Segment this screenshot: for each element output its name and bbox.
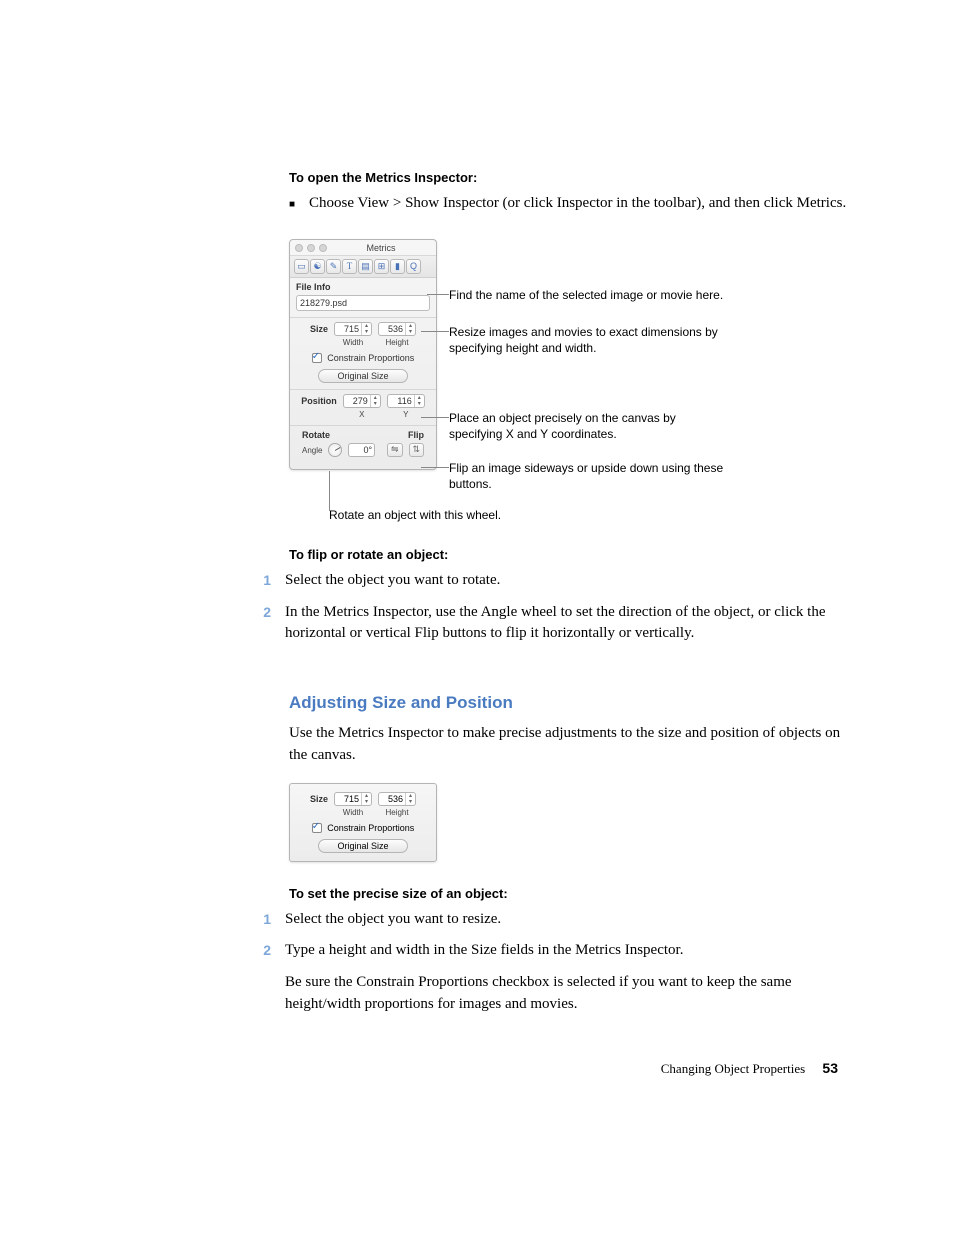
heading-flip-rotate: To flip or rotate an object: — [289, 547, 855, 562]
stepper-down-icon[interactable]: ▾ — [406, 799, 415, 805]
rotate-flip-section: Rotate Flip Angle 0° ⇋ ⇅ — [290, 426, 436, 469]
step-number: 1 — [261, 570, 271, 592]
width-value: 715 — [335, 794, 361, 804]
file-info-label: File Info — [296, 282, 430, 292]
callout-size: Resize images and movies to exact dimens… — [449, 324, 729, 356]
quicktime-tab-icon[interactable]: Q — [406, 259, 421, 274]
inspector-title: Metrics — [331, 243, 431, 253]
page-number: 53 — [822, 1060, 838, 1076]
size-section: Size 715 ▴▾ Width 536 ▴▾ Height — [290, 318, 436, 390]
angle-field[interactable]: 0° — [348, 443, 375, 457]
inspector-tab-bar: ▭ ☯ ✎ T ▤ ⊞ ▮ Q — [290, 255, 436, 278]
stepper-down-icon[interactable]: ▾ — [362, 799, 371, 805]
file-info-section: File Info 218279.psd — [290, 278, 436, 318]
y-stepper[interactable]: 116 ▴▾ — [387, 394, 425, 408]
heading-set-size: To set the precise size of an object: — [289, 886, 855, 901]
graphic-tab-icon[interactable]: ▤ — [358, 259, 373, 274]
size-step-2: Type a height and width in the Size fiel… — [285, 940, 855, 962]
text-tab-icon[interactable]: T — [342, 259, 357, 274]
size-panel-figure: Size 715 ▴▾ Width 536 ▴▾ Height Constrai… — [289, 783, 437, 862]
original-size-button[interactable]: Original Size — [318, 369, 408, 383]
x-stepper[interactable]: 279 ▴▾ — [343, 394, 381, 408]
page-tab-icon[interactable]: ▭ — [294, 259, 309, 274]
flip-header: Flip — [408, 430, 424, 440]
height-label: Height — [385, 338, 408, 347]
position-label: Position — [301, 394, 337, 406]
traffic-light-icon — [295, 244, 303, 252]
callout-rotate: Rotate an object with this wheel. — [329, 507, 589, 523]
link-tab-icon[interactable]: ☯ — [310, 259, 325, 274]
bullet-icon: ■ — [289, 193, 295, 215]
chapter-name: Changing Object Properties — [661, 1061, 805, 1076]
constrain-label: Constrain Proportions — [327, 823, 414, 833]
size-label: Size — [310, 792, 328, 804]
height-value: 536 — [379, 794, 405, 804]
stepper-down-icon[interactable]: ▾ — [362, 329, 371, 335]
filename-field[interactable]: 218279.psd — [296, 295, 430, 311]
width-label: Width — [343, 338, 363, 347]
flip-horizontal-button[interactable]: ⇋ — [387, 443, 402, 457]
inspector-titlebar: Metrics — [290, 240, 436, 255]
wrap-tab-icon[interactable]: ✎ — [326, 259, 341, 274]
width-stepper[interactable]: 715 ▴▾ — [334, 792, 372, 806]
rotate-header: Rotate — [302, 430, 330, 440]
metrics-inspector-panel: Metrics ▭ ☯ ✎ T ▤ ⊞ ▮ Q File Info 218279… — [289, 239, 437, 470]
chart-tab-icon[interactable]: ▮ — [390, 259, 405, 274]
height-label: Height — [385, 808, 408, 817]
constrain-label: Constrain Proportions — [327, 353, 414, 363]
stepper-down-icon[interactable]: ▾ — [406, 329, 415, 335]
constrain-checkbox[interactable] — [312, 353, 322, 363]
y-label: Y — [403, 410, 408, 419]
traffic-light-icon — [319, 244, 327, 252]
size-step-2-note: Be sure the Constrain Proportions checkb… — [285, 972, 855, 1016]
step-number: 1 — [261, 909, 271, 931]
stepper-down-icon[interactable]: ▾ — [415, 401, 424, 407]
step-number: 2 — [261, 940, 271, 1015]
angle-label: Angle — [302, 446, 322, 455]
height-value: 536 — [379, 324, 405, 334]
metrics-inspector-figure: Metrics ▭ ☯ ✎ T ▤ ⊞ ▮ Q File Info 218279… — [289, 239, 855, 519]
section-intro: Use the Metrics Inspector to make precis… — [289, 723, 855, 767]
flip-step-1: Select the object you want to rotate. — [285, 570, 500, 592]
metrics-tab-icon[interactable]: ⊞ — [374, 259, 389, 274]
callout-position: Place an object precisely on the canvas … — [449, 410, 729, 442]
page-footer: Changing Object Properties 53 — [661, 1060, 838, 1077]
size-label: Size — [310, 322, 328, 334]
stepper-down-icon[interactable]: ▾ — [371, 401, 380, 407]
size-step-1: Select the object you want to resize. — [285, 909, 501, 931]
x-label: X — [359, 410, 364, 419]
angle-wheel[interactable] — [328, 443, 342, 457]
section-heading: Adjusting Size and Position — [289, 693, 855, 713]
callout-flip: Flip an image sideways or upside down us… — [449, 460, 729, 492]
x-value: 279 — [344, 396, 370, 406]
callout-filename: Find the name of the selected image or m… — [449, 287, 729, 303]
position-section: Position 279 ▴▾ X 116 ▴▾ Y — [290, 390, 436, 426]
y-value: 116 — [388, 396, 414, 406]
constrain-checkbox[interactable] — [312, 823, 322, 833]
height-stepper[interactable]: 536 ▴▾ — [378, 792, 416, 806]
open-inspector-instruction: Choose View > Show Inspector (or click I… — [309, 193, 846, 215]
flip-vertical-button[interactable]: ⇅ — [409, 443, 424, 457]
width-value: 715 — [335, 324, 361, 334]
original-size-button[interactable]: Original Size — [318, 839, 408, 853]
heading-open-inspector: To open the Metrics Inspector: — [289, 170, 855, 185]
width-label: Width — [343, 808, 363, 817]
flip-step-2: In the Metrics Inspector, use the Angle … — [285, 602, 855, 646]
height-stepper[interactable]: 536 ▴▾ — [378, 322, 416, 336]
step-number: 2 — [261, 602, 271, 646]
width-stepper[interactable]: 715 ▴▾ — [334, 322, 372, 336]
traffic-light-icon — [307, 244, 315, 252]
